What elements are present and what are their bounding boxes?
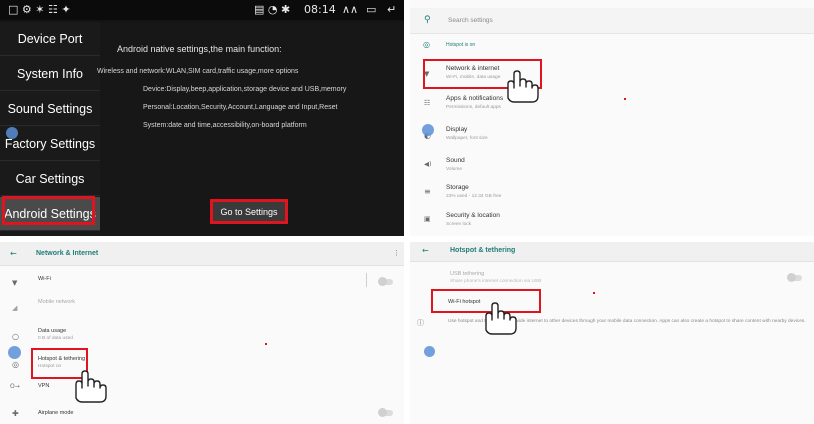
content-title: Android native settings,the main functio…: [117, 44, 282, 54]
network-item-label: Mobile network: [38, 299, 75, 305]
search-bar[interactable]: ⚲ Search settings: [410, 8, 814, 34]
data-usage-icon: ○: [12, 332, 19, 341]
divider: [366, 273, 367, 287]
pointer-hand-icon: [507, 70, 539, 103]
hotspot-icon: ◎: [423, 40, 430, 49]
android-settings-list: ⚲ Search settings ◎ Hotspot is on ▼ Netw…: [410, 0, 814, 236]
storage-icon: ≡: [424, 187, 431, 196]
wifi-signal-icon: ∧∧: [342, 3, 359, 16]
back-icon[interactable]: ↵: [387, 3, 396, 17]
search-placeholder: Search settings: [448, 17, 493, 24]
hotspot-icon: ◎: [12, 360, 19, 369]
page-title: Network & Internet: [36, 250, 99, 257]
header-bar: ← Hotspot & tethering: [410, 242, 814, 262]
content-line-system: System:date and time,accessibility,on-bo…: [143, 122, 307, 129]
usb-tethering-label: USB tethering: [450, 271, 485, 277]
wifi-icon: ▼: [12, 279, 18, 287]
pointer-hand-icon: [75, 370, 107, 403]
status-right-icons: ▤ ◔ ✱: [254, 3, 291, 16]
touch-indicator: [422, 124, 434, 136]
settings-item-sub: Volume: [446, 167, 462, 172]
usb-tethering-sub: Share phone's internet connection via US…: [450, 279, 542, 284]
network-item-label: Data usage: [38, 328, 67, 334]
back-arrow-icon[interactable]: ←: [422, 246, 429, 255]
airplane-icon: ✚: [12, 409, 19, 418]
network-item-sub: 0 B of data used: [38, 336, 73, 341]
more-options-icon[interactable]: ⋮: [393, 249, 400, 257]
status-time: 08:14: [304, 3, 336, 16]
window-icon[interactable]: ▭: [366, 3, 376, 17]
settings-item-label: Security & location: [446, 212, 500, 219]
sidebar-item-sound-settings[interactable]: Sound Settings: [0, 92, 100, 126]
back-arrow-icon[interactable]: ←: [10, 249, 17, 258]
pointer-hand-icon: [485, 302, 517, 335]
content-line-personal: Personal:Location,Security,Account,Langu…: [143, 104, 338, 111]
settings-item-sub: Permissions, default apps: [446, 105, 501, 110]
airplane-toggle[interactable]: [378, 408, 393, 417]
apps-icon: ☷: [424, 99, 431, 107]
go-to-settings-button[interactable]: Go to Settings: [210, 199, 288, 224]
settings-item-sub: 23% used - 12.34 GB free: [446, 194, 502, 199]
info-icon: ⓘ: [417, 319, 424, 327]
status-left-icons: □ ⚙ ✶ ☷ ✦: [8, 3, 71, 16]
search-icon: ⚲: [424, 15, 431, 25]
touch-indicator: [424, 346, 435, 357]
android-settings-highlight: [2, 196, 95, 225]
settings-item-label: Display: [446, 126, 468, 133]
settings-item-label: Sound: [446, 157, 465, 164]
sidebar-item-car-settings[interactable]: Car Settings: [0, 162, 100, 196]
red-marker: [593, 292, 595, 294]
settings-item-label: Apps & notifications: [446, 95, 504, 102]
settings-item-sub: Wallpaper, font size: [446, 136, 488, 141]
network-item-label: VPN: [38, 383, 50, 389]
red-marker: [265, 343, 267, 345]
content-line-wireless: Wireless and network:WLAN,SIM card,traff…: [97, 68, 299, 75]
sound-icon: ◀): [424, 160, 432, 168]
network-item-label: Wi-Fi: [38, 276, 51, 282]
vpn-icon: O→: [10, 383, 20, 390]
network-internet-screen: ← Network & Internet ⋮ ▼ Wi-Fi ◢ Mobile …: [0, 242, 404, 424]
hotspot-banner: Hotspot is on: [446, 42, 476, 48]
header-bar: ← Network & Internet ⋮: [0, 242, 404, 266]
settings-item-label: Storage: [446, 184, 469, 191]
signal-icon: ◢: [12, 304, 18, 312]
network-item-label: Airplane mode: [38, 410, 74, 416]
sidebar-item-device-port[interactable]: Device Port: [0, 22, 100, 56]
lock-icon: ▣: [424, 215, 431, 223]
settings-item-sub: Screen lock: [446, 222, 472, 227]
touch-indicator: [8, 346, 21, 359]
red-marker: [624, 98, 626, 100]
touch-indicator: [6, 127, 18, 139]
head-unit-screen: □ ⚙ ✶ ☷ ✦ ▤ ◔ ✱ 08:14 ∧∧ ▭ ↵ Device Port…: [0, 0, 404, 236]
content-line-device: Device:Display,beep,application,storage …: [143, 86, 347, 93]
status-bar: □ ⚙ ✶ ☷ ✦ ▤ ◔ ✱ 08:14 ∧∧ ▭ ↵: [0, 0, 404, 20]
sidebar-item-system-info[interactable]: System Info: [0, 57, 100, 91]
page-title: Hotspot & tethering: [450, 247, 516, 254]
hotspot-tethering-screen: ← Hotspot & tethering USB tethering Shar…: [410, 242, 814, 424]
wifi-toggle[interactable]: [378, 277, 393, 286]
usb-tethering-toggle[interactable]: [787, 273, 802, 282]
